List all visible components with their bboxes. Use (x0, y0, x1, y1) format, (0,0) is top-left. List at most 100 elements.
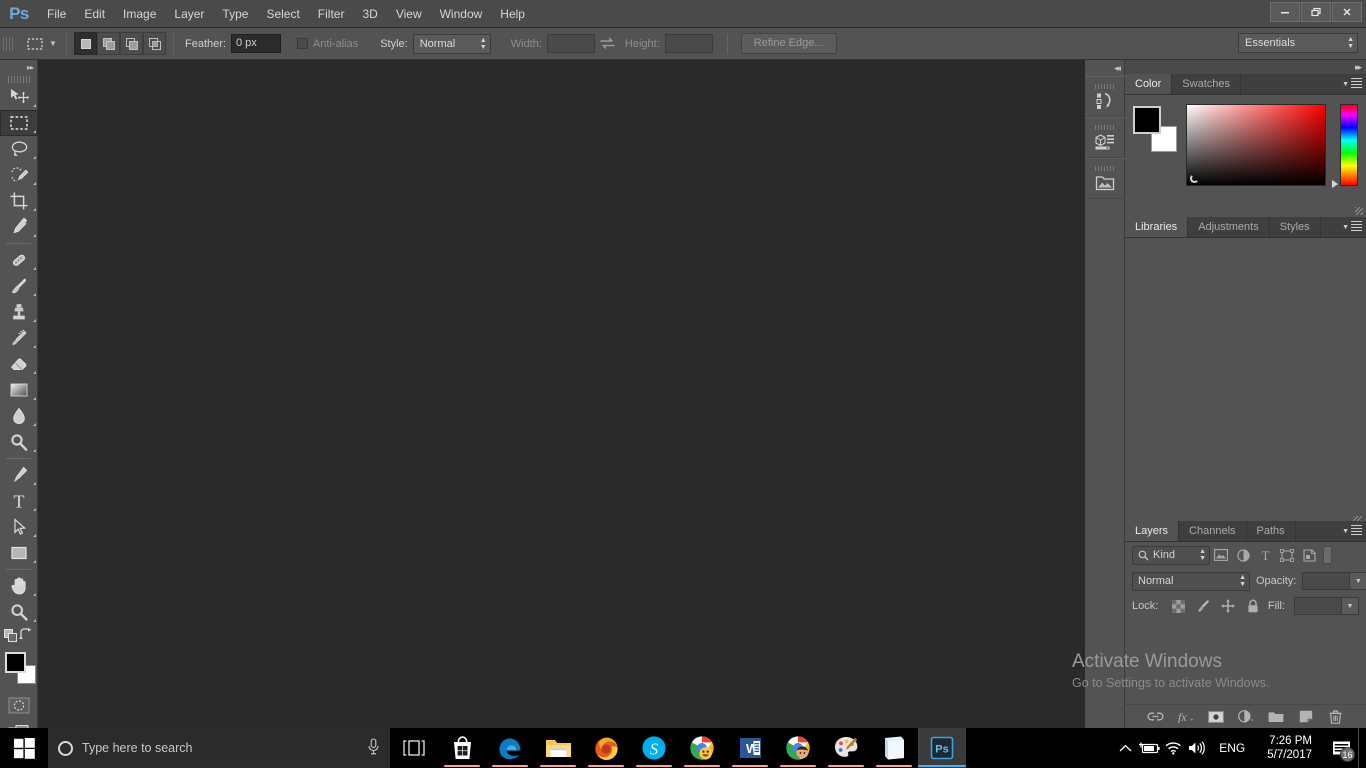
layer-filter-kind-select[interactable]: Kind ▲ ▼ (1132, 545, 1210, 565)
eraser-tool[interactable] (0, 351, 38, 377)
subtract-from-selection-button[interactable] (120, 32, 143, 55)
add-to-selection-button[interactable] (97, 32, 120, 55)
canvas-area[interactable] (38, 60, 1085, 728)
fill-input[interactable] (1294, 597, 1342, 615)
tab-paths[interactable]: Paths (1247, 521, 1296, 541)
show-desktop-button[interactable] (1358, 728, 1366, 768)
clock[interactable]: 7:26 PM 5/7/2017 (1255, 734, 1324, 762)
new-layer-icon[interactable] (1297, 708, 1314, 725)
lock-transparent-pixels-icon[interactable] (1167, 596, 1189, 616)
opacity-input[interactable] (1302, 572, 1351, 590)
lasso-tool[interactable] (0, 136, 38, 162)
zoom-tool[interactable] (0, 599, 38, 625)
hue-slider-handle[interactable] (1331, 180, 1338, 188)
toggle-layer-filtering-switch[interactable] (1323, 546, 1332, 564)
taskbar-app-microsoft-store[interactable] (438, 728, 486, 768)
libraries-panel-menu-button[interactable]: ▼ (1342, 221, 1362, 233)
current-tool-icon[interactable] (23, 32, 47, 56)
menu-item-select[interactable]: Select (257, 0, 308, 28)
new-fill-adjustment-layer-icon[interactable] (1237, 708, 1254, 725)
path-selection-tool[interactable] (0, 514, 38, 540)
edit-in-quick-mask-mode-button[interactable] (0, 691, 38, 719)
tab-styles[interactable]: Styles (1270, 217, 1321, 237)
menu-item-view[interactable]: View (387, 0, 431, 28)
rail-collapse-icon[interactable]: ◂◂ (1085, 60, 1124, 76)
filter-smart-objects-icon[interactable] (1298, 545, 1320, 565)
toolbar-grip[interactable] (0, 74, 37, 84)
delete-layer-icon[interactable] (1327, 708, 1344, 725)
eyedropper-tool[interactable] (0, 214, 38, 240)
height-input[interactable] (664, 34, 713, 53)
library-panel-icon[interactable] (1085, 158, 1125, 199)
taskbar-app-paint[interactable] (822, 728, 870, 768)
move-tool[interactable] (0, 84, 38, 110)
taskbar-app-adobe-photoshop[interactable]: Ps (918, 728, 966, 768)
anti-alias-checkbox[interactable] (296, 38, 308, 49)
input-language-indicator[interactable]: ENG (1209, 741, 1255, 755)
menu-item-file[interactable]: File (38, 0, 75, 28)
foreground-color-swatch[interactable] (5, 652, 26, 673)
layer-style-fx-icon[interactable]: fx (1177, 708, 1194, 725)
taskbar-app-file-explorer[interactable] (534, 728, 582, 768)
search-input[interactable]: Type here to search (48, 728, 390, 768)
taskbar-app-skype[interactable]: S (630, 728, 678, 768)
refine-edge-button[interactable]: Refine Edge... (740, 33, 837, 54)
horizontal-type-tool[interactable]: T (0, 488, 38, 514)
feather-input[interactable]: 0 px (230, 34, 281, 53)
intersect-with-selection-button[interactable] (143, 32, 166, 55)
tab-swatches[interactable]: Swatches (1172, 74, 1241, 94)
menu-item-window[interactable]: Window (431, 0, 492, 28)
color-panel-menu-button[interactable]: ▼ (1342, 78, 1362, 90)
restore-button[interactable] (1301, 2, 1331, 22)
taskbar-app-google-chrome-emoji[interactable] (678, 728, 726, 768)
width-input[interactable] (546, 34, 595, 53)
swap-dimensions-icon[interactable] (595, 37, 621, 50)
minimize-button[interactable] (1270, 2, 1300, 22)
blend-mode-select[interactable]: Normal ▲ ▼ (1132, 571, 1250, 591)
lock-all-icon[interactable] (1242, 596, 1264, 616)
quick-selection-tool[interactable] (0, 162, 38, 188)
tab-layers[interactable]: Layers (1125, 521, 1180, 541)
start-button[interactable] (0, 728, 48, 768)
tab-channels[interactable]: Channels (1179, 521, 1247, 541)
lock-image-pixels-icon[interactable] (1192, 596, 1214, 616)
menu-item-image[interactable]: Image (114, 0, 165, 28)
filter-type-layers-icon[interactable]: T (1254, 545, 1276, 565)
action-center-button[interactable]: 16 (1324, 728, 1358, 768)
taskbar-app-microsoft-word[interactable]: W (726, 728, 774, 768)
add-layer-mask-icon[interactable] (1207, 708, 1224, 725)
filter-shape-layers-icon[interactable] (1276, 545, 1298, 565)
link-layers-icon[interactable] (1147, 708, 1164, 725)
color-spectrum-field[interactable] (1185, 104, 1326, 186)
task-view-button[interactable] (390, 728, 438, 768)
swap-colors-icon[interactable] (19, 628, 33, 641)
properties-panel-icon[interactable] (1085, 117, 1125, 158)
tool-preset-chevron-down-icon[interactable]: ▼ (47, 32, 59, 56)
panel-resize-grip[interactable] (1355, 207, 1363, 215)
crop-tool[interactable] (0, 188, 38, 214)
opacity-chevron-down-icon[interactable]: ▼ (1350, 572, 1366, 590)
toolbar-collapse-icon[interactable]: ▸▸ (0, 60, 37, 74)
tab-libraries[interactable]: Libraries (1125, 217, 1189, 237)
new-group-icon[interactable] (1267, 708, 1284, 725)
lock-position-icon[interactable] (1217, 596, 1239, 616)
show-hidden-icons-chevron-up-icon[interactable] (1113, 728, 1137, 768)
menu-item-help[interactable]: Help (491, 0, 534, 28)
menu-item-edit[interactable]: Edit (75, 0, 114, 28)
rectangular-marquee-tool[interactable] (0, 110, 38, 136)
taskbar-app-onenote[interactable] (870, 728, 918, 768)
gradient-tool[interactable] (0, 377, 38, 403)
taskbar-app-mozilla-firefox[interactable] (582, 728, 630, 768)
filter-adjustment-layers-icon[interactable] (1232, 545, 1254, 565)
wifi-icon[interactable] (1161, 728, 1185, 768)
tab-adjustments[interactable]: Adjustments (1188, 217, 1270, 237)
filter-pixel-layers-icon[interactable] (1210, 545, 1232, 565)
tab-color[interactable]: Color (1125, 74, 1173, 94)
taskbar-app-google-chrome[interactable] (774, 728, 822, 768)
style-select[interactable]: Normal ▲ ▼ (412, 33, 491, 54)
layers-panel-menu-button[interactable]: ▼ (1342, 525, 1362, 537)
clone-stamp-tool[interactable] (0, 299, 38, 325)
microphone-icon[interactable] (367, 738, 380, 758)
fill-chevron-down-icon[interactable]: ▼ (1342, 597, 1359, 615)
new-selection-button[interactable] (74, 32, 97, 55)
